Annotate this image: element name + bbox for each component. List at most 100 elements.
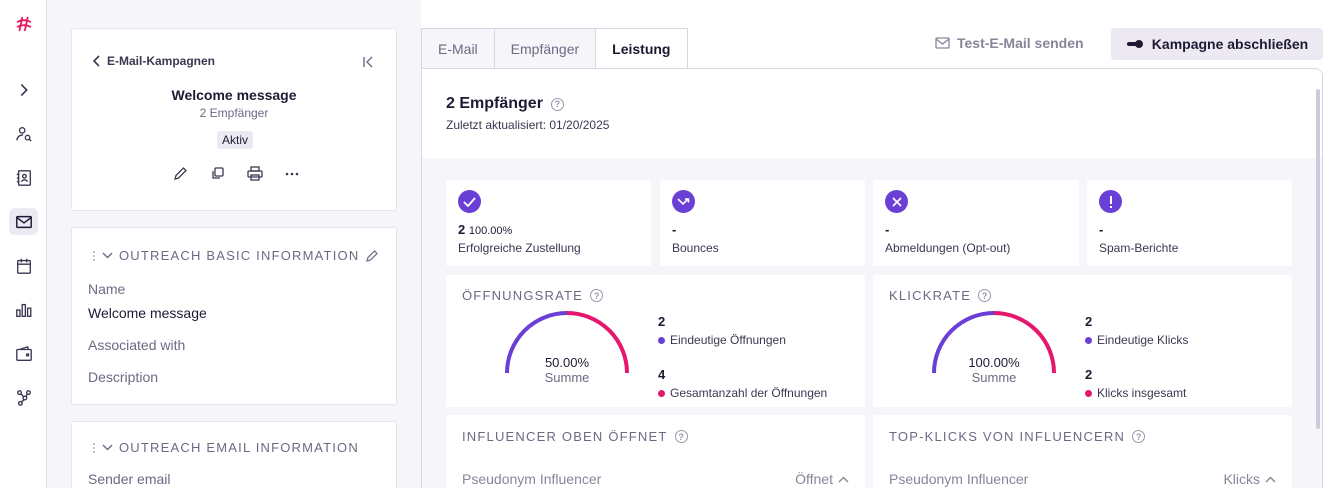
click-rate-value: 100.00%	[968, 355, 1020, 370]
tab-bar: E-Mail Empfänger Leistung	[421, 28, 688, 69]
top-opens-heading-row: INFLUENCER OBEN ÖFFNET ?	[462, 429, 688, 444]
back-label: E-Mail-Kampagnen	[107, 54, 216, 68]
column-header-opens[interactable]: Öffnet	[795, 471, 849, 487]
column-header-opens-label: Öffnet	[795, 471, 833, 487]
email-information-heading: OUTREACH EMAIL INFORMATION	[119, 440, 359, 455]
sender-email-label: Sender email	[88, 471, 171, 487]
chevron-down-icon[interactable]	[102, 252, 113, 259]
total-opens-count: 4	[658, 367, 666, 382]
open-rate-value: 50.00%	[544, 355, 590, 370]
contacts-book-icon[interactable]	[9, 164, 38, 191]
stat-value: -	[885, 222, 890, 237]
duplicate-icon[interactable]	[209, 165, 226, 182]
help-icon[interactable]: ?	[978, 289, 992, 302]
pink-dot	[658, 389, 665, 397]
name-value: Welcome message	[88, 305, 207, 321]
stat-label: Bounces	[672, 241, 719, 255]
unique-clicks-label: Eindeutige Klicks	[1097, 333, 1189, 347]
column-header-clicks[interactable]: Klicks	[1223, 471, 1276, 487]
chevron-down-icon[interactable]	[102, 444, 113, 451]
exclamation-icon	[1099, 190, 1122, 213]
performance-title-row: 2 Empfänger ?	[446, 95, 564, 113]
purple-dot	[1085, 336, 1092, 344]
chevron-up-icon	[838, 476, 849, 482]
edit-section-icon[interactable]	[365, 249, 379, 263]
top-clicks-heading-row: TOP-KLICKS VON INFLUENCERN ?	[889, 429, 1146, 444]
campaign-summary-card: E-Mail-Kampagnen Welcome message 2 Empfä…	[71, 28, 397, 211]
click-rate-heading-row: KLICKRATE ?	[889, 288, 992, 303]
chevron-right-icon[interactable]	[9, 76, 38, 103]
stat-card-unsubscribes: - Abmeldungen (Opt-out)	[873, 180, 1079, 266]
total-opens-label: Gesamtanzahl der Öffnungen	[670, 386, 828, 400]
purple-dot	[658, 336, 665, 344]
last-updated: Zuletzt aktualisiert: 01/20/2025	[446, 118, 610, 132]
finish-campaign-label: Kampagne abschließen	[1151, 36, 1309, 52]
campaign-title: Welcome message	[171, 87, 297, 103]
open-rate-caption: Summe	[544, 370, 590, 385]
collapse-panel-icon[interactable]	[362, 55, 374, 73]
basic-information-heading: OUTREACH BASIC INFORMATION	[119, 248, 360, 263]
basic-information-header[interactable]: OUTREACH BASIC INFORMATION	[92, 248, 379, 263]
name-label: Name	[88, 281, 126, 297]
stat-label: Spam-Berichte	[1099, 241, 1179, 255]
chevron-up-icon	[1265, 476, 1276, 482]
wallet-icon[interactable]	[9, 340, 38, 367]
open-rate-heading: ÖFFNUNGSRATE	[462, 288, 584, 303]
basic-information-card: OUTREACH BASIC INFORMATION Name Welcome …	[71, 227, 397, 405]
tab-recipients[interactable]: Empfänger	[493, 28, 596, 69]
stat-card-delivery: 2 100.00% Erfolgreiche Zustellung	[446, 180, 651, 266]
x-icon	[885, 190, 908, 213]
campaign-actions	[172, 165, 300, 182]
print-icon[interactable]	[246, 165, 263, 182]
column-header-clicks-label: Klicks	[1223, 471, 1260, 487]
back-to-campaigns-link[interactable]: E-Mail-Kampagnen	[92, 54, 215, 68]
drag-handle-icon[interactable]	[92, 250, 96, 262]
click-rate-heading: KLICKRATE	[889, 288, 972, 303]
campaign-recipients: 2 Empfänger	[199, 106, 269, 120]
scrollbar[interactable]	[1316, 89, 1320, 429]
unique-clicks-count: 2	[1085, 314, 1093, 329]
email-information-header[interactable]: OUTREACH EMAIL INFORMATION	[92, 440, 359, 455]
user-search-icon[interactable]	[9, 120, 38, 147]
total-clicks-legend: Klicks insgesamt	[1085, 386, 1186, 400]
drag-handle-icon[interactable]	[92, 442, 96, 454]
top-clicks-heading: TOP-KLICKS VON INFLUENCERN	[889, 429, 1126, 444]
top-opens-card: INFLUENCER OBEN ÖFFNET ? Pseudonym Influ…	[446, 415, 865, 488]
total-clicks-label: Klicks insgesamt	[1097, 386, 1187, 400]
workflow-icon[interactable]	[9, 384, 38, 411]
email-information-card: OUTREACH EMAIL INFORMATION Sender email	[71, 421, 397, 488]
edit-pencil-icon[interactable]	[172, 165, 189, 182]
send-test-email-label: Test-E-Mail senden	[957, 35, 1084, 51]
click-rate-card: KLICKRATE ? 100.00% Summe 2 Eindeutige K…	[873, 275, 1292, 407]
total-opens-legend: Gesamtanzahl der Öffnungen	[658, 386, 827, 400]
toggle-icon	[1126, 40, 1143, 48]
top-clicks-card: TOP-KLICKS VON INFLUENCERN ? Pseudonym I…	[873, 415, 1292, 488]
open-rate-card: ÖFFNUNGSRATE ? 50.00% Summe 2 Eindeutige…	[446, 275, 865, 407]
more-options-icon[interactable]	[283, 165, 300, 182]
help-icon[interactable]: ?	[550, 97, 564, 111]
chevron-left-icon	[92, 55, 100, 67]
stat-label: Erfolgreiche Zustellung	[458, 241, 581, 255]
finish-campaign-button[interactable]: Kampagne abschließen	[1111, 28, 1323, 60]
column-header-influencer: Pseudonym Influencer	[462, 471, 602, 487]
help-icon[interactable]: ?	[590, 289, 604, 302]
stat-value: -	[1099, 222, 1104, 237]
associated-with-label: Associated with	[88, 337, 186, 353]
mail-icon[interactable]	[9, 208, 38, 235]
help-icon[interactable]: ?	[1132, 430, 1146, 443]
pink-dot	[1085, 389, 1092, 397]
status-badge: Aktiv	[217, 131, 254, 149]
stat-label: Abmeldungen (Opt-out)	[885, 241, 1011, 255]
bar-chart-icon[interactable]	[9, 296, 38, 323]
tab-email[interactable]: E-Mail	[421, 28, 494, 69]
mail-icon	[935, 37, 950, 49]
hashtag-logo-icon[interactable]	[9, 10, 38, 37]
unique-opens-label: Eindeutige Öffnungen	[670, 333, 786, 347]
column-header-influencer: Pseudonym Influencer	[889, 471, 1029, 487]
calendar-icon[interactable]	[9, 252, 38, 279]
stat-card-spam: - Spam-Berichte	[1087, 180, 1292, 266]
unique-clicks-legend: Eindeutige Klicks	[1085, 333, 1188, 347]
tab-performance[interactable]: Leistung	[595, 28, 688, 69]
help-icon[interactable]: ?	[674, 430, 688, 443]
send-test-email-button[interactable]: Test-E-Mail senden	[935, 35, 1084, 51]
